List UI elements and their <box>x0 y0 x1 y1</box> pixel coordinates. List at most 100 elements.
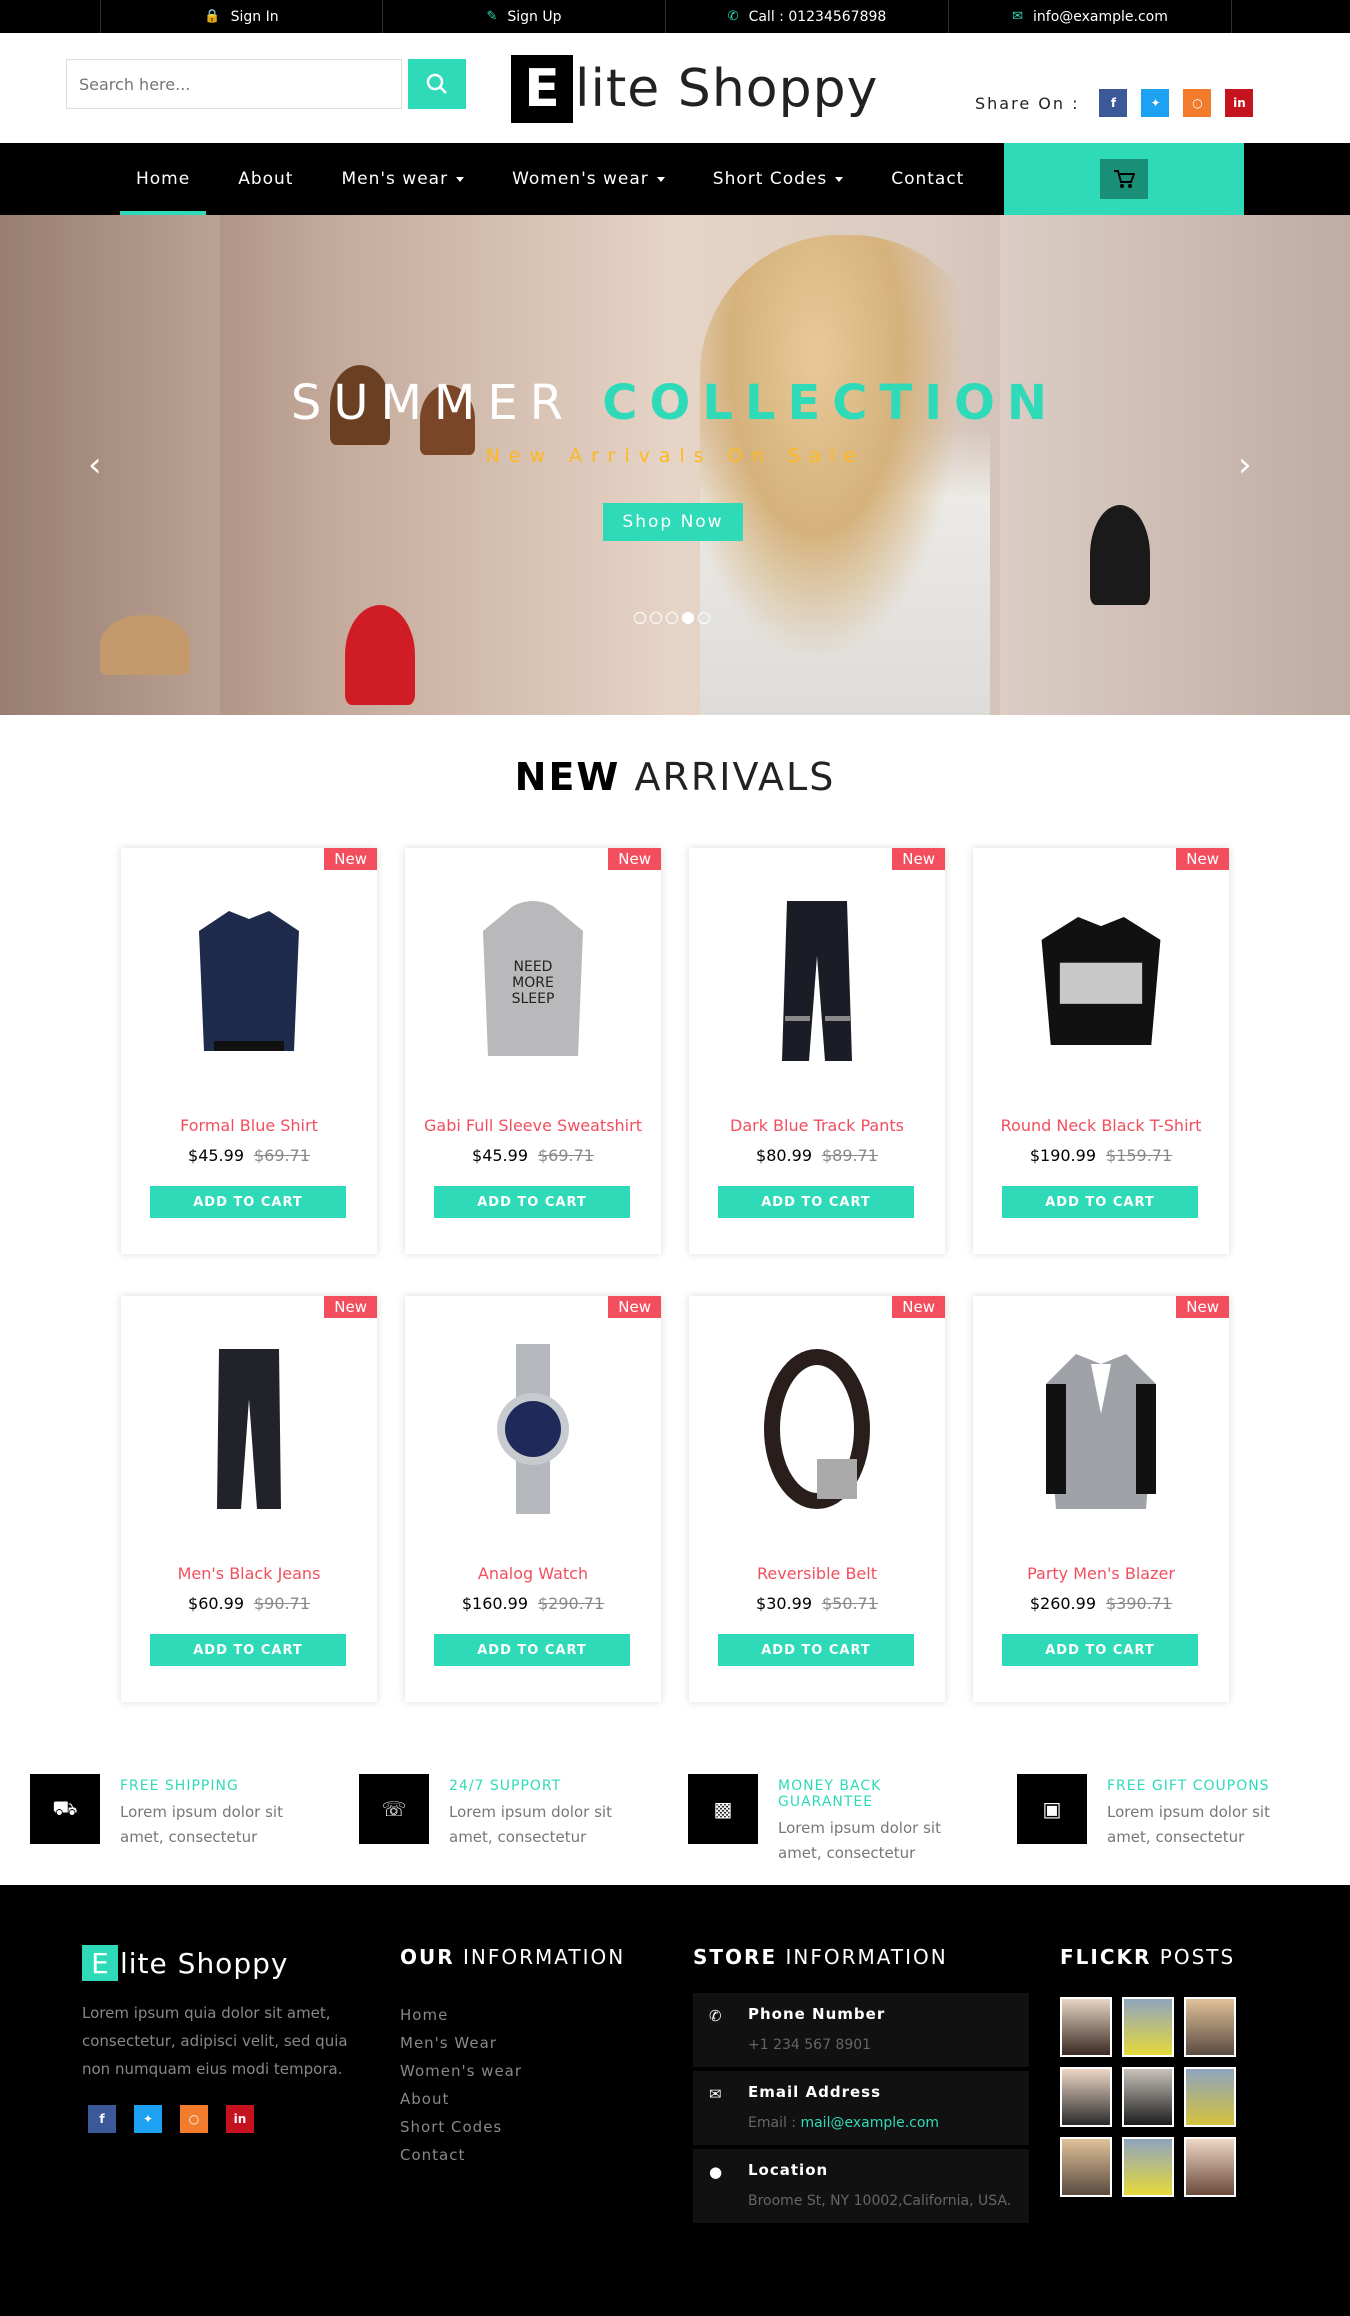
section-title: NEW ARRIVALS <box>514 755 836 799</box>
flickr-photo[interactable] <box>1184 2067 1236 2127</box>
instagram-icon[interactable]: ○ <box>180 2105 208 2133</box>
product-card[interactable]: New Dark Blue Track Pants $80.99 $89.71 ADD … <box>689 848 945 1254</box>
new-badge: New <box>608 848 661 870</box>
store-email-link[interactable]: mail@example.com <box>800 2115 939 2131</box>
slider-dot[interactable] <box>634 612 646 624</box>
slider-dot[interactable] <box>650 612 662 624</box>
product-card[interactable]: New Formal Blue Shirt $45.99 $69.71 ADD TO C… <box>121 848 377 1254</box>
product-card[interactable]: New Analog Watch $160.99 $290.71 ADD TO CART <box>405 1296 661 1702</box>
product-card[interactable]: New NEED MORE SLEEP Gabi Full Sleeve Sweatsh… <box>405 848 661 1254</box>
product-card[interactable]: New Party Men's Blazer $260.99 $390.71 ADD T… <box>973 1296 1229 1702</box>
footer-about: E lite Shoppy Lorem ipsum quia dolor sit… <box>82 1945 372 2133</box>
flickr-photo[interactable] <box>1060 1997 1112 2057</box>
footer-link-home[interactable]: Home <box>400 2001 625 2029</box>
footer-logo[interactable]: E lite Shoppy <box>82 1945 372 1981</box>
add-to-cart-button[interactable]: ADD TO CART <box>434 1186 630 1218</box>
facebook-icon[interactable]: f <box>88 2105 116 2133</box>
site-logo[interactable]: E lite Shoppy <box>511 55 878 155</box>
footer-link-about[interactable]: About <box>400 2085 625 2113</box>
product-name[interactable]: Formal Blue Shirt <box>121 1116 377 1135</box>
blazer-icon[interactable] <box>1037 1344 1165 1514</box>
add-to-cart-button[interactable]: ADD TO CART <box>150 1186 346 1218</box>
header: E lite Shoppy Share On : f ✦ ○ in <box>0 33 1350 155</box>
search-button[interactable] <box>408 59 466 109</box>
product-name[interactable]: Analog Watch <box>405 1564 661 1583</box>
product-card[interactable]: New Men's Black Jeans $60.99 $90.71 ADD TO C… <box>121 1296 377 1702</box>
add-to-cart-button[interactable]: ADD TO CART <box>718 1634 914 1666</box>
flickr-photo[interactable] <box>1060 2067 1112 2127</box>
add-to-cart-button[interactable]: ADD TO CART <box>1002 1186 1198 1218</box>
add-to-cart-button[interactable]: ADD TO CART <box>434 1634 630 1666</box>
product-name[interactable]: Round Neck Black T-Shirt <box>973 1116 1229 1135</box>
email-link[interactable]: ✉ info@example.com <box>949 0 1232 33</box>
chevron-left-icon[interactable]: ‹ <box>88 445 102 485</box>
watch-icon[interactable] <box>469 1344 597 1514</box>
flickr-photo[interactable] <box>1184 2137 1236 2197</box>
slider-dot[interactable] <box>666 612 678 624</box>
flickr-photo[interactable] <box>1122 2067 1174 2127</box>
footer-link-mens-wear[interactable]: Men's Wear <box>400 2029 625 2057</box>
store-location: ● Location Broome St, NY 10002,Californi… <box>693 2149 1029 2223</box>
add-to-cart-button[interactable]: ADD TO CART <box>718 1186 914 1218</box>
nav-contact[interactable]: Contact <box>875 143 980 215</box>
footer-link-contact[interactable]: Contact <box>400 2141 625 2169</box>
footer: E lite Shoppy Lorem ipsum quia dolor sit… <box>0 1885 1350 2316</box>
cart-icon <box>1114 170 1135 188</box>
search-input[interactable] <box>66 59 402 109</box>
footer-link-short-codes[interactable]: Short Codes <box>400 2113 625 2141</box>
belt-icon[interactable] <box>753 1344 881 1514</box>
add-to-cart-button[interactable]: ADD TO CART <box>150 1634 346 1666</box>
lock-icon: 🔒 <box>204 9 221 24</box>
hoodie-icon[interactable]: NEED MORE SLEEP <box>469 896 597 1066</box>
tshirt-icon[interactable] <box>1037 896 1165 1066</box>
slider-dot[interactable] <box>698 612 710 624</box>
slider-dots <box>634 612 710 624</box>
flickr-photo[interactable] <box>1184 1997 1236 2057</box>
nav-womens-wear[interactable]: Women's wear <box>496 143 681 215</box>
pants-icon[interactable] <box>753 896 881 1066</box>
nav-short-codes[interactable]: Short Codes <box>697 143 859 215</box>
nav-home[interactable]: Home <box>120 143 207 215</box>
add-to-cart-button[interactable]: ADD TO CART <box>1002 1634 1198 1666</box>
linkedin-icon[interactable]: in <box>1225 89 1254 117</box>
product-name[interactable]: Men's Black Jeans <box>121 1564 377 1583</box>
shirt-icon[interactable] <box>185 896 313 1066</box>
new-badge: New <box>892 848 945 870</box>
product-name[interactable]: Party Men's Blazer <box>973 1564 1229 1583</box>
product-name[interactable]: Reversible Belt <box>689 1564 945 1583</box>
share-bar: Share On : f ✦ ○ in <box>975 89 1254 117</box>
product-card[interactable]: New Reversible Belt $30.99 $50.71 ADD TO CAR… <box>689 1296 945 1702</box>
twitter-icon[interactable]: ✦ <box>134 2105 162 2133</box>
truck-icon: ⛟ <box>30 1774 100 1844</box>
product-name[interactable]: Gabi Full Sleeve Sweatshirt <box>405 1116 661 1135</box>
flickr-photo[interactable] <box>1122 1997 1174 2057</box>
nav-about[interactable]: About <box>222 143 309 215</box>
shoe-image <box>1090 505 1150 605</box>
caret-down-icon <box>656 176 665 182</box>
feature-item: ☏ 24/7 SUPPORT Lorem ipsum dolor sit amet… <box>359 1774 629 1850</box>
footer-link-womens-wear[interactable]: Women's wear <box>400 2057 625 2085</box>
hero-title: SUMMER COLLECTION <box>290 375 1060 431</box>
flickr-photo[interactable] <box>1060 2137 1112 2197</box>
nav-mens-wear[interactable]: Men's wear <box>325 143 480 215</box>
jeans-icon[interactable] <box>185 1344 313 1514</box>
product-price: $160.99 $290.71 <box>461 1594 605 1613</box>
facebook-icon[interactable]: f <box>1099 89 1128 117</box>
call-info: ✆ Call : 01234567898 <box>666 0 949 33</box>
instagram-icon[interactable]: ○ <box>1183 89 1212 117</box>
sign-in-link[interactable]: 🔒 Sign In <box>100 0 383 33</box>
headphones-icon: ☏ <box>359 1774 429 1844</box>
chevron-right-icon[interactable]: › <box>1238 445 1252 485</box>
caret-down-icon <box>835 176 844 182</box>
flickr-photo[interactable] <box>1122 2137 1174 2197</box>
linkedin-icon[interactable]: in <box>226 2105 254 2133</box>
product-card[interactable]: New Round Neck Black T-Shirt $190.99 $159.7… <box>973 848 1229 1254</box>
product-price: $190.99 $159.71 <box>1029 1146 1173 1165</box>
cart-button[interactable] <box>1100 159 1148 199</box>
sign-up-link[interactable]: ✎ Sign Up <box>383 0 666 33</box>
twitter-icon[interactable]: ✦ <box>1141 89 1170 117</box>
slider-dot-active[interactable] <box>682 612 694 624</box>
product-name[interactable]: Dark Blue Track Pants <box>689 1116 945 1135</box>
shopping-bag-icon: ▩ <box>688 1774 758 1844</box>
shop-now-button[interactable]: Shop Now <box>603 503 743 541</box>
